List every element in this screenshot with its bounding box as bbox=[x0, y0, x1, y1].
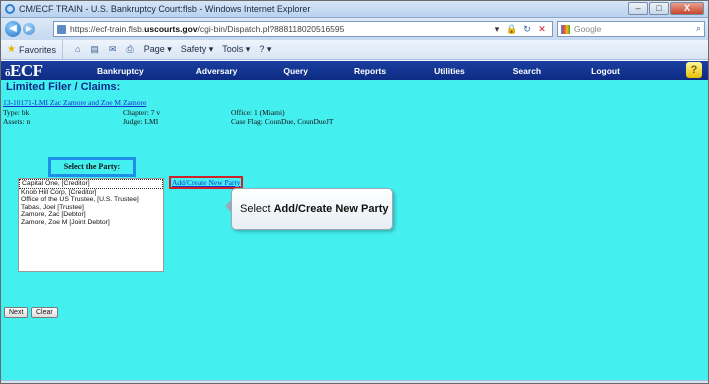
select-party-label: Select the Party: bbox=[48, 157, 136, 177]
party-option[interactable]: Knob Hill Corp, [Creditor] bbox=[19, 189, 163, 197]
dropdown-icon[interactable]: ▾ bbox=[491, 24, 503, 35]
menu-adversary[interactable]: Adversary bbox=[196, 66, 238, 76]
google-icon bbox=[561, 25, 570, 34]
home-icon[interactable]: ⌂ bbox=[75, 44, 80, 55]
menu-reports[interactable]: Reports bbox=[354, 66, 386, 76]
window-title: CM/ECF TRAIN - U.S. Bankruptcy Court:fls… bbox=[19, 4, 311, 14]
next-button[interactable]: Next bbox=[4, 307, 29, 318]
ecf-logo[interactable]: ōECF bbox=[5, 61, 85, 81]
status-bar bbox=[1, 380, 708, 383]
refresh-icon[interactable]: ↻ bbox=[521, 24, 533, 35]
party-option[interactable]: Tabas, Joel [Trustee] bbox=[19, 204, 163, 212]
lock-icon[interactable]: 🔒 bbox=[506, 24, 518, 35]
case-assets: Assets: n bbox=[3, 117, 31, 126]
party-option[interactable]: Capital One, [Creditor] bbox=[19, 179, 163, 189]
search-placeholder: Google bbox=[574, 24, 602, 34]
address-tools: ▾ 🔒 ↻ ✕ bbox=[491, 24, 548, 35]
address-bar[interactable]: https://ecf-train.flsb. uscourts.gov/cgi-… bbox=[53, 21, 553, 37]
case-type: Type: bk bbox=[3, 108, 30, 117]
address-row: ◀ ▶ https://ecf-train.flsb. uscourts.gov /… bbox=[1, 18, 708, 40]
case-flag: Case Flag: CounDue, CounDueJT bbox=[231, 117, 334, 126]
maximize-button[interactable]: □ bbox=[649, 2, 669, 15]
page-title: Limited Filer / Claims: bbox=[6, 81, 121, 93]
close-button[interactable]: X bbox=[670, 2, 704, 15]
instruction-callout: Select Add/Create New Party bbox=[231, 188, 393, 230]
case-chapter: Chapter: 7 v bbox=[123, 108, 161, 117]
case-office: Office: 1 (Miami) bbox=[231, 108, 285, 117]
page-menu[interactable]: Page ▾ bbox=[144, 44, 172, 55]
tools-menu[interactable]: Tools ▾ bbox=[222, 44, 250, 55]
star-icon: ★ bbox=[7, 44, 16, 55]
window-controls: – □ X bbox=[628, 2, 704, 15]
menu-search[interactable]: Search bbox=[513, 66, 541, 76]
menu-utilities[interactable]: Utilities bbox=[434, 66, 465, 76]
forward-button[interactable]: ▶ bbox=[23, 23, 35, 35]
feeds-icon[interactable]: ▤ bbox=[90, 44, 99, 55]
command-bar: ★ Favorites ⌂ ▤ ✉ ⎙ Page ▾ Safety ▾ Tool… bbox=[1, 40, 708, 60]
party-option[interactable]: Zamore, Zoe M [Joint Debtor] bbox=[19, 219, 163, 227]
ie-logo-icon bbox=[5, 4, 15, 14]
minimize-button[interactable]: – bbox=[628, 2, 648, 15]
command-icons: ⌂ ▤ ✉ ⎙ bbox=[75, 44, 134, 55]
help-menu[interactable]: ? ▾ bbox=[259, 44, 271, 55]
ecf-menu-bar: ōECF Bankruptcy Adversary Query Reports … bbox=[1, 61, 708, 80]
back-button[interactable]: ◀ bbox=[5, 21, 21, 37]
menu-bankruptcy[interactable]: Bankruptcy bbox=[97, 66, 144, 76]
party-option[interactable]: Zamore, Zac [Debtor] bbox=[19, 211, 163, 219]
browser-window: CM/ECF TRAIN - U.S. Bankruptcy Court:fls… bbox=[0, 0, 709, 384]
print-icon[interactable]: ⎙ bbox=[126, 44, 133, 55]
command-menu: Page ▾ Safety ▾ Tools ▾ ? ▾ bbox=[144, 44, 272, 55]
clear-button[interactable]: Clear bbox=[31, 307, 58, 318]
callout-bold-text: Add/Create New Party bbox=[273, 203, 389, 215]
menu-query[interactable]: Query bbox=[283, 66, 308, 76]
url-suffix: /cgi-bin/Dispatch.pl?888118020516595 bbox=[197, 24, 345, 34]
party-option[interactable]: Office of the US Trustee, [U.S. Trustee] bbox=[19, 196, 163, 204]
search-icon[interactable]: ⌕ bbox=[696, 23, 701, 34]
add-create-party-link[interactable]: Add/Create New Party bbox=[169, 176, 244, 189]
url-prefix: https://ecf-train.flsb. bbox=[70, 24, 145, 34]
search-input[interactable]: Google ⌕ bbox=[557, 21, 705, 37]
ecf-page: ōECF Bankruptcy Adversary Query Reports … bbox=[1, 61, 708, 381]
title-bar: CM/ECF TRAIN - U.S. Bankruptcy Court:fls… bbox=[1, 1, 708, 18]
site-icon bbox=[57, 25, 66, 34]
url-domain: uscourts.gov bbox=[144, 24, 198, 34]
mail-icon[interactable]: ✉ bbox=[109, 44, 117, 55]
callout-prefix: Select bbox=[240, 203, 271, 215]
favorites-button[interactable]: ★ Favorites bbox=[1, 40, 63, 59]
menu-logout[interactable]: Logout bbox=[591, 66, 620, 76]
help-icon[interactable]: ? bbox=[686, 62, 702, 78]
stop-icon[interactable]: ✕ bbox=[536, 24, 548, 35]
case-judge: Judge: LMI bbox=[123, 117, 159, 126]
party-listbox[interactable]: Capital One, [Creditor] Knob Hill Corp, … bbox=[18, 178, 164, 272]
case-link[interactable]: 13-10171-LMI Zac Zamore and Zoe M Zamore bbox=[3, 98, 146, 107]
safety-menu[interactable]: Safety ▾ bbox=[181, 44, 214, 55]
favorites-label: Favorites bbox=[18, 44, 56, 55]
